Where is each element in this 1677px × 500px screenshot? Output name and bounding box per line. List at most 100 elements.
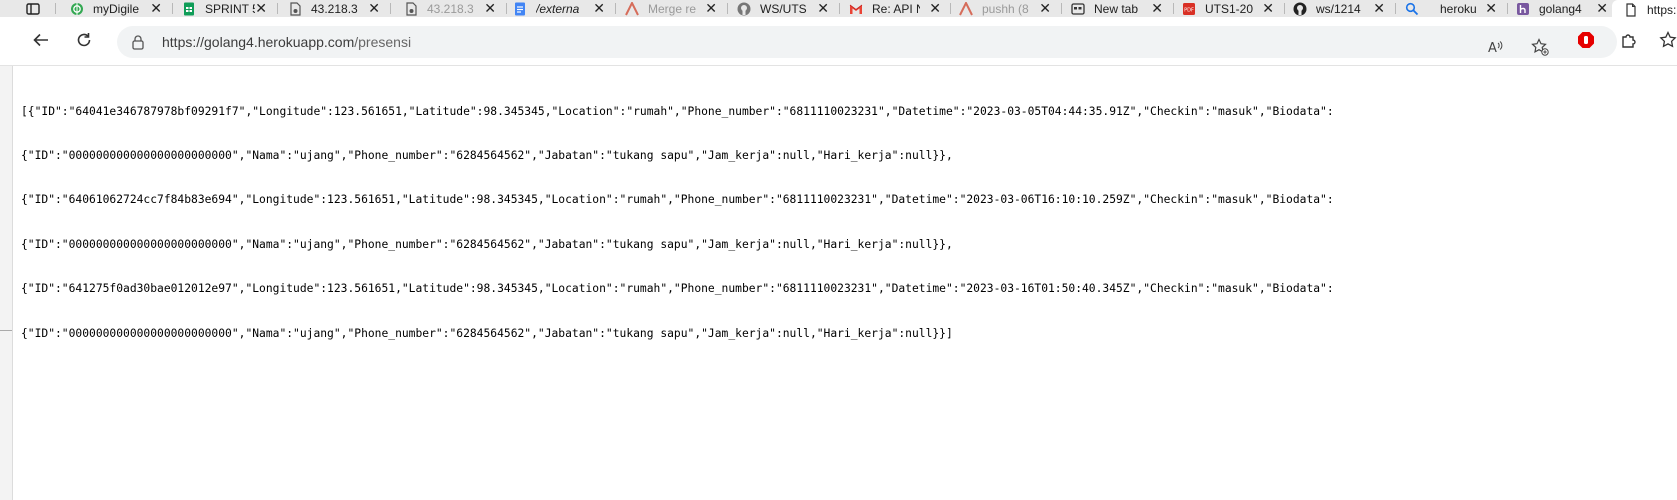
read-aloud-button[interactable]: A xyxy=(1479,33,1511,65)
tab-item[interactable]: Merge re ✕ xyxy=(625,0,725,17)
lock-icon[interactable] xyxy=(130,34,146,50)
tab-item[interactable]: Re: API N ✕ xyxy=(849,0,949,17)
left-window-edge xyxy=(0,66,13,500)
tab-item[interactable]: ws/1214 ✕ xyxy=(1293,0,1393,17)
tab-item[interactable]: myDigile ✕ xyxy=(70,0,170,17)
favorite-star-plus-icon xyxy=(1531,37,1549,61)
tab-close-icon[interactable]: ✕ xyxy=(1151,0,1163,17)
json-line: {"ID":"64061062724cc7f84b83e694","Longit… xyxy=(21,193,1334,207)
tab-title: myDigile xyxy=(93,1,140,16)
tab-item[interactable]: PDF UTS1-20 ✕ xyxy=(1182,0,1282,17)
favorites-star-icon xyxy=(1659,30,1677,54)
tab-close-icon[interactable]: ✕ xyxy=(1262,0,1274,17)
tab-title: ws/1214 xyxy=(1316,1,1361,16)
json-response-body: [{"ID":"64041e346787978bf09291f7","Longi… xyxy=(21,75,1661,356)
tab-close-icon[interactable]: ✕ xyxy=(705,0,717,17)
tab-title: New tab xyxy=(1094,1,1139,16)
tab-title: golang4 xyxy=(1539,1,1582,16)
svg-text:A: A xyxy=(1488,41,1497,56)
tab-close-icon[interactable]: ✕ xyxy=(150,0,162,17)
extensions-button[interactable] xyxy=(1613,26,1645,58)
tab-close-icon[interactable]: ✕ xyxy=(1485,0,1497,17)
tab-title: https: xyxy=(1647,2,1677,17)
address-bar[interactable]: https://golang4.herokuapp.com/presensi A xyxy=(117,26,1617,58)
globe-green-icon xyxy=(70,2,84,16)
tab-divider xyxy=(1284,3,1285,14)
tab-divider xyxy=(1061,3,1062,14)
page-gear-icon xyxy=(288,1,302,16)
tab-title: WS/UTS xyxy=(760,1,807,16)
svg-text:PDF: PDF xyxy=(1184,7,1194,13)
search-icon xyxy=(1405,2,1419,16)
tab-close-icon[interactable]: ✕ xyxy=(817,0,829,17)
tab-item[interactable]: SPRINT 5 ✕ xyxy=(182,0,275,17)
tab-close-icon[interactable]: ✕ xyxy=(929,0,941,17)
github-icon xyxy=(1293,2,1307,16)
toolbar-divider xyxy=(0,65,1677,66)
tab-title: SPRINT 5 xyxy=(205,1,255,16)
tab-item[interactable]: WS/UTS ✕ xyxy=(737,0,837,17)
url-host: https://golang4.herokuapp.com xyxy=(162,34,355,50)
tab-item[interactable]: golang4 ✕ xyxy=(1516,0,1616,17)
tab-divider xyxy=(506,3,507,14)
json-line: {"ID":"641275f0ad30bae012012e97","Longit… xyxy=(21,282,1334,296)
tab-divider xyxy=(839,3,840,14)
tab-title: Re: API N xyxy=(872,1,920,16)
favorites-button[interactable] xyxy=(1652,26,1677,58)
tab-title: pushh (8 xyxy=(982,1,1029,16)
merge-icon xyxy=(959,1,973,16)
json-line: [{"ID":"64041e346787978bf09291f7","Longi… xyxy=(21,104,1334,118)
adblock-icon xyxy=(1577,31,1595,54)
add-favorite-button[interactable] xyxy=(1524,33,1556,65)
address-url[interactable]: https://golang4.herokuapp.com/presensi xyxy=(162,26,411,58)
tab-title: /externa xyxy=(536,1,580,16)
tab-divider xyxy=(727,3,728,14)
reload-button[interactable] xyxy=(68,26,100,58)
github-icon xyxy=(737,2,751,16)
tab-item[interactable]: heroku ✕ xyxy=(1405,0,1505,17)
tab-close-icon[interactable]: ✕ xyxy=(255,0,267,17)
tab-close-icon[interactable]: ✕ xyxy=(1596,0,1608,17)
tab-close-icon[interactable]: ✕ xyxy=(1039,0,1051,17)
sidebar-toggle-icon xyxy=(26,2,40,16)
gmail-icon xyxy=(849,2,863,16)
tab-item[interactable]: New tab ✕ xyxy=(1071,0,1171,17)
page-gear-icon xyxy=(404,1,418,16)
sheets-icon xyxy=(182,2,196,16)
adblock-extension-button[interactable] xyxy=(1570,26,1602,58)
tab-divider xyxy=(615,3,616,14)
tab-item[interactable]: /externa ✕ xyxy=(513,0,613,17)
tab-divider xyxy=(950,3,951,14)
read-aloud-icon: A xyxy=(1486,38,1504,61)
tab-sidebar-toggle[interactable] xyxy=(26,0,46,17)
merge-icon xyxy=(625,1,639,16)
back-button[interactable] xyxy=(25,26,57,58)
tab-item[interactable]: 43.218.3 ✕ xyxy=(288,0,388,17)
tab-divider xyxy=(1507,3,1508,14)
reload-icon xyxy=(75,31,93,54)
puzzle-piece-icon xyxy=(1620,31,1638,54)
tab-close-icon[interactable]: ✕ xyxy=(368,0,380,17)
tab-title: 43.218.3 xyxy=(427,1,474,16)
json-line: {"ID":"000000000000000000000000","Nama":… xyxy=(21,237,953,251)
tab-close-icon[interactable]: ✕ xyxy=(1373,0,1385,17)
heroku-icon xyxy=(1516,2,1530,16)
tab-divider xyxy=(1173,3,1174,14)
tab-close-icon[interactable]: ✕ xyxy=(593,0,605,17)
tab-divider xyxy=(277,3,278,14)
tab-item[interactable]: 43.218.3 ✕ xyxy=(404,0,504,17)
browser-toolbar: https://golang4.herokuapp.com/presensi A xyxy=(0,19,1677,65)
tab-divider xyxy=(172,3,173,14)
tab-divider xyxy=(55,3,56,14)
page-icon xyxy=(1624,2,1638,17)
docs-icon xyxy=(513,2,527,16)
tab-title: Merge re xyxy=(648,1,696,16)
tab-item-active[interactable]: https: xyxy=(1612,0,1677,17)
tab-close-icon[interactable]: ✕ xyxy=(484,0,496,17)
tab-divider xyxy=(1395,3,1396,14)
newtab-icon xyxy=(1071,2,1085,16)
tab-title: heroku xyxy=(1440,1,1477,16)
tab-item[interactable]: pushh (8 ✕ xyxy=(959,0,1059,17)
tab-divider xyxy=(390,3,391,14)
back-arrow-icon xyxy=(32,31,50,54)
